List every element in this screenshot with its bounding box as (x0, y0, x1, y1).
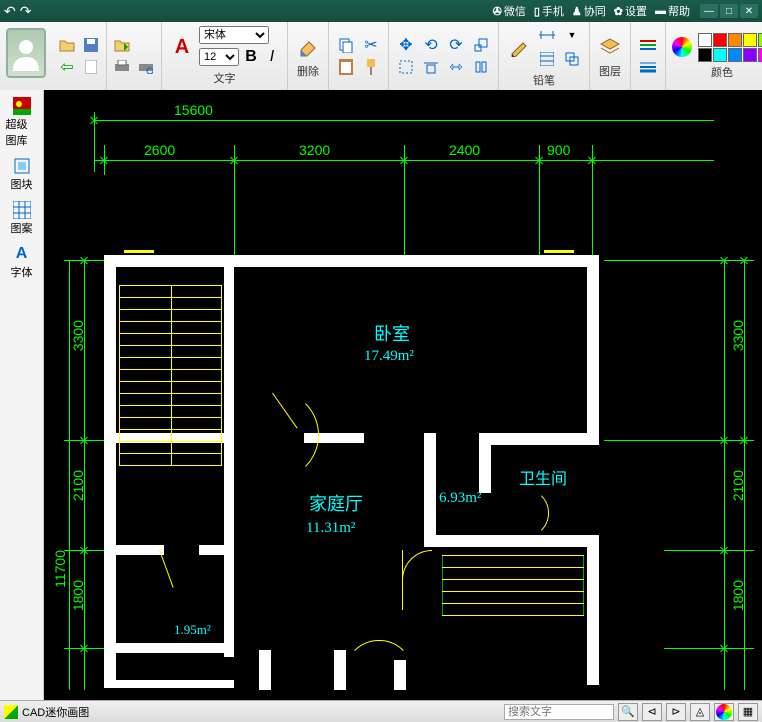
pencil-group: ▼ 铅笔 (499, 22, 590, 90)
close-button[interactable]: ✕ (740, 4, 758, 18)
delete-group-label: 删除 (297, 63, 319, 79)
hatch-button[interactable] (536, 48, 558, 70)
back-button[interactable]: ⇦ (56, 57, 78, 77)
help-icon: ▬ (655, 5, 666, 17)
swatch[interactable] (728, 48, 742, 62)
menu-phone[interactable]: ▯手机 (534, 3, 564, 19)
redo-icon[interactable]: ↷ (20, 3, 32, 20)
avatar[interactable] (6, 28, 46, 78)
text-group-label: 文字 (214, 70, 236, 86)
swatch[interactable] (713, 33, 727, 47)
pencil-button[interactable] (505, 33, 533, 61)
side-panel: 超级图库 图块 图案 A 字体 (0, 90, 44, 700)
color-wheel-button[interactable] (672, 37, 692, 57)
new-button[interactable] (80, 57, 102, 77)
swatch[interactable] (698, 33, 712, 47)
mirror-h-button[interactable]: ⇿ (445, 56, 467, 78)
swatch[interactable] (743, 48, 757, 62)
scale-button[interactable] (470, 34, 492, 56)
app-logo-icon (4, 705, 18, 719)
menu-collab[interactable]: ♟协同 (572, 3, 606, 19)
italic-button[interactable]: I (263, 46, 281, 68)
sidebar-block[interactable]: 图块 (4, 154, 40, 194)
toolbar-row: ⇦ A 宋体 12 B I 文字 删除 (0, 22, 762, 90)
export-button[interactable] (111, 35, 133, 55)
undo-icon[interactable]: ↶ (4, 3, 16, 20)
linetype-button[interactable] (637, 34, 659, 56)
dimension-button[interactable] (536, 24, 558, 46)
nav-next-button[interactable]: ⊳ (666, 703, 686, 721)
collab-icon: ♟ (572, 5, 582, 18)
layer-button[interactable] (596, 33, 624, 61)
snap-button[interactable]: ◬ (690, 703, 710, 721)
gear-icon: ✿ (614, 5, 623, 18)
menu-wechat[interactable]: ✇微信 (493, 3, 526, 19)
phone-icon: ▯ (534, 5, 540, 18)
pencil-group-label: 铅笔 (533, 72, 555, 88)
mirror-v-button[interactable] (470, 56, 492, 78)
align-button[interactable] (420, 56, 442, 78)
sidebar-pattern[interactable]: 图案 (4, 198, 40, 238)
titlebar: ↶ ↷ ✇微信 ▯手机 ♟协同 ✿设置 ▬帮助 — □ ✕ (0, 0, 762, 22)
rotate-cw-button[interactable]: ⟳ (445, 34, 467, 56)
print-preview-button[interactable] (135, 57, 157, 77)
font-select[interactable]: 宋体 (199, 26, 269, 44)
paste-button[interactable] (335, 56, 357, 78)
text-tool-button[interactable]: A (168, 33, 196, 61)
select-button[interactable] (395, 56, 417, 78)
menu-settings[interactable]: ✿设置 (614, 3, 647, 19)
layer-group-label: 图层 (599, 63, 621, 79)
library-icon (12, 96, 32, 116)
drawing-canvas[interactable]: 15600 2600 3200 2400 900 3300 2100 1800 … (44, 90, 762, 700)
text-group: A 宋体 12 B I 文字 (162, 22, 288, 90)
lineweight-button[interactable] (637, 56, 659, 78)
search-button[interactable]: 🔍 (618, 703, 638, 721)
format-brush-button[interactable] (360, 56, 382, 78)
menu-help[interactable]: ▬帮助 (655, 3, 690, 19)
pattern-icon (12, 200, 32, 220)
print-button[interactable] (111, 57, 133, 77)
font-size-select[interactable]: 12 (199, 48, 239, 66)
open-button[interactable] (56, 35, 78, 55)
search-input[interactable] (504, 704, 614, 720)
save-button[interactable] (80, 35, 102, 55)
ortho-button[interactable]: ▦ (738, 703, 758, 721)
minimize-button[interactable]: — (700, 4, 718, 18)
nav-prev-button[interactable]: ⊲ (642, 703, 662, 721)
eraser-button[interactable] (294, 33, 322, 61)
delete-group: 删除 (288, 22, 329, 90)
swatch[interactable] (743, 33, 757, 47)
swatch[interactable] (758, 48, 762, 62)
layer-group: 图层 (590, 22, 631, 90)
swatch[interactable] (713, 48, 727, 62)
color-group-label: 颜色 (711, 64, 733, 80)
maximize-button[interactable]: □ (720, 4, 738, 18)
sidebar-library[interactable]: 超级图库 (4, 94, 40, 150)
font-icon: A (12, 244, 32, 264)
rotate-button[interactable]: ⟲ (420, 34, 442, 56)
bold-button[interactable]: B (242, 46, 260, 68)
swatch[interactable] (758, 33, 762, 47)
color-group: 颜色 (666, 22, 762, 90)
swatch[interactable] (698, 48, 712, 62)
wechat-icon: ✇ (493, 5, 502, 18)
app-name: CAD迷你画图 (22, 704, 89, 720)
sidebar-font[interactable]: A 字体 (4, 242, 40, 282)
status-color-button[interactable] (714, 703, 734, 721)
move-button[interactable]: ✥ (395, 34, 417, 56)
block-icon (12, 156, 32, 176)
offset-button[interactable] (561, 48, 583, 70)
color-swatches (698, 33, 762, 62)
swatch[interactable] (728, 33, 742, 47)
cut-button[interactable]: ✂ (360, 34, 382, 56)
chevron-down-icon[interactable]: ▼ (561, 24, 583, 46)
status-bar: CAD迷你画图 🔍 ⊲ ⊳ ◬ ▦ (0, 700, 762, 722)
copy-button[interactable] (335, 34, 357, 56)
